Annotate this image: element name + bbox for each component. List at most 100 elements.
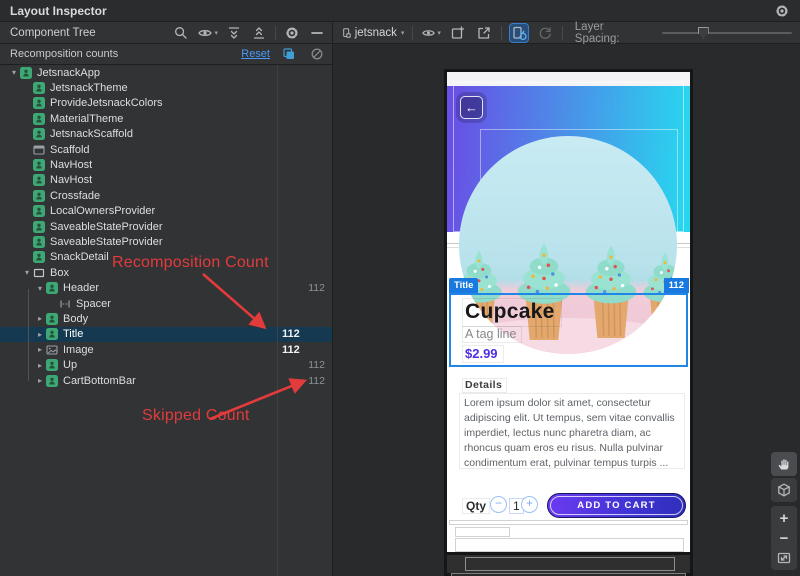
component-tree-toolbar: Component Tree ▾ xyxy=(0,22,333,43)
chevron-right-icon[interactable]: ▸ xyxy=(34,376,46,385)
skipped-count: 112 xyxy=(308,359,325,371)
tree-node-label: Header xyxy=(63,282,99,294)
tree-node-image[interactable]: ▸ Image 112 xyxy=(0,342,332,357)
tree-node-label: Body xyxy=(63,313,88,325)
status-bar xyxy=(447,72,690,86)
device-frame: ← xyxy=(444,69,693,576)
toolbar: Component Tree ▾ xyxy=(0,22,800,44)
back-button[interactable]: ← xyxy=(460,96,483,119)
tree-node-label: Crossfade xyxy=(50,190,100,202)
tree-node-label: Spacer xyxy=(76,298,111,310)
tree-node-jetsnackscaffold[interactable]: JetsnackScaffold xyxy=(0,127,332,142)
recomposition-count: 112 xyxy=(282,328,300,340)
collapse-all-icon[interactable] xyxy=(250,24,268,42)
window-titlebar: Layout Inspector xyxy=(0,0,800,22)
cart-bottom-bar: Qty − 1 + ADD TO CART xyxy=(447,492,690,518)
export-icon[interactable] xyxy=(475,24,493,42)
tree-node-up[interactable]: ▸ Up 112 xyxy=(0,357,332,372)
tree-node-snackdetail[interactable]: SnackDetail xyxy=(0,250,332,265)
tree-node-label: MaterialTheme xyxy=(50,113,123,125)
tree-indent-guide xyxy=(28,289,29,381)
selected-node-count-badge: 112 xyxy=(664,278,689,293)
tree-node-navhost[interactable]: NavHost xyxy=(0,173,332,188)
compose-icon xyxy=(33,97,46,109)
expand-all-icon[interactable] xyxy=(225,24,243,42)
compose-icon xyxy=(33,82,46,94)
chevron-down-icon[interactable]: ▾ xyxy=(34,284,46,293)
tree-node-label: JetsnackApp xyxy=(37,67,100,79)
compose-icon xyxy=(33,221,46,233)
process-selector[interactable]: jetsnack ▾ xyxy=(341,24,404,42)
qty-label: Qty xyxy=(462,498,490,514)
highlight-counts-icon[interactable] xyxy=(280,45,298,63)
tree-node-navhost[interactable]: NavHost xyxy=(0,157,332,172)
snapshot-icon[interactable] xyxy=(449,24,467,42)
chevron-right-icon[interactable]: ▸ xyxy=(34,361,46,370)
tree-node-label: Image xyxy=(63,344,94,356)
compose-icon xyxy=(33,128,46,140)
tree-node-label: NavHost xyxy=(50,174,92,186)
disable-counts-icon[interactable] xyxy=(308,45,326,63)
back-arrow-icon: ← xyxy=(465,100,478,115)
compose-icon xyxy=(33,159,46,171)
qty-decrease-button[interactable]: − xyxy=(490,496,507,513)
tree-settings-icon[interactable] xyxy=(283,24,301,42)
compose-icon xyxy=(20,67,33,79)
chevron-right-icon[interactable]: ▸ xyxy=(34,345,46,354)
component-tree-title: Component Tree xyxy=(10,27,96,39)
slider-handle[interactable] xyxy=(698,27,709,39)
tree-node-label: Box xyxy=(50,267,69,279)
tree-node-header[interactable]: ▾Header112 xyxy=(0,280,332,295)
compose-icon xyxy=(46,282,59,294)
product-tagline: A tag line xyxy=(462,326,522,343)
layer-spacing-slider[interactable] xyxy=(662,26,792,40)
tree-node-jetsnackapp[interactable]: ▾ JetsnackApp xyxy=(0,65,332,80)
tree-node-title[interactable]: ▸ Title 112 xyxy=(0,327,332,342)
settings-icon[interactable] xyxy=(774,3,790,19)
visibility-options-icon[interactable]: ▾ xyxy=(197,24,218,42)
tree-node-label: Title xyxy=(63,328,83,340)
zoom-fit-button[interactable] xyxy=(771,546,797,570)
component-tree: ▾ JetsnackAppJetsnackThemeProvideJetsnack… xyxy=(0,65,332,388)
tree-node-crossfade[interactable]: Crossfade xyxy=(0,188,332,203)
device-view-panel: ← xyxy=(334,44,800,576)
tree-node-box[interactable]: ▾ Box xyxy=(0,265,332,280)
live-updates-toggle[interactable] xyxy=(510,24,528,42)
tree-node-spacer[interactable]: Spacer xyxy=(0,296,332,311)
chevron-right-icon[interactable]: ▸ xyxy=(34,314,46,323)
hide-panel-icon[interactable] xyxy=(308,24,326,42)
recomposition-count: 112 xyxy=(282,344,300,356)
tree-node-saveablestateprovider[interactable]: SaveableStateProvider xyxy=(0,234,332,249)
3d-mode-button[interactable] xyxy=(771,478,797,502)
tree-node-label: JetsnackScaffold xyxy=(50,128,133,140)
slider-track[interactable] xyxy=(662,32,792,34)
tree-node-localownersprovider[interactable]: LocalOwnersProvider xyxy=(0,204,332,219)
tree-node-scaffold[interactable]: Scaffold xyxy=(0,142,332,157)
tree-node-label: SnackDetail xyxy=(50,251,109,263)
add-to-cart-button[interactable]: ADD TO CART xyxy=(547,493,686,518)
view-options-icon[interactable]: ▾ xyxy=(421,24,441,42)
image-icon xyxy=(46,344,59,356)
counts-column-divider xyxy=(277,65,278,576)
pan-mode-button[interactable] xyxy=(771,452,797,476)
compose-icon xyxy=(33,174,46,186)
refresh-icon[interactable] xyxy=(536,24,554,42)
device-screen: ← xyxy=(447,72,690,552)
tree-node-materialtheme[interactable]: MaterialTheme xyxy=(0,111,332,126)
tree-node-saveablestateprovider[interactable]: SaveableStateProvider xyxy=(0,219,332,234)
tree-node-cartbottombar[interactable]: ▸CartBottomBar112 xyxy=(0,373,332,388)
process-name: jetsnack xyxy=(355,27,397,39)
tree-node-label: SaveableStateProvider xyxy=(50,236,163,248)
qty-increase-button[interactable]: + xyxy=(521,496,538,513)
tree-node-jetsnacktheme[interactable]: JetsnackTheme xyxy=(0,80,332,95)
tree-node-providejetsnackcolors[interactable]: ProvideJetsnackColors xyxy=(0,96,332,111)
search-icon[interactable] xyxy=(172,24,190,42)
tree-node-label: Up xyxy=(63,359,77,371)
tree-node-body[interactable]: ▸ Body xyxy=(0,311,332,326)
chevron-right-icon[interactable]: ▸ xyxy=(34,330,46,339)
recomposition-counts-bar: Recomposition counts Reset xyxy=(0,44,333,65)
reset-counts-link[interactable]: Reset xyxy=(241,48,270,60)
chevron-down-icon[interactable]: ▾ xyxy=(21,268,33,277)
tree-node-label: NavHost xyxy=(50,159,92,171)
chevron-down-icon[interactable]: ▾ xyxy=(8,68,20,77)
